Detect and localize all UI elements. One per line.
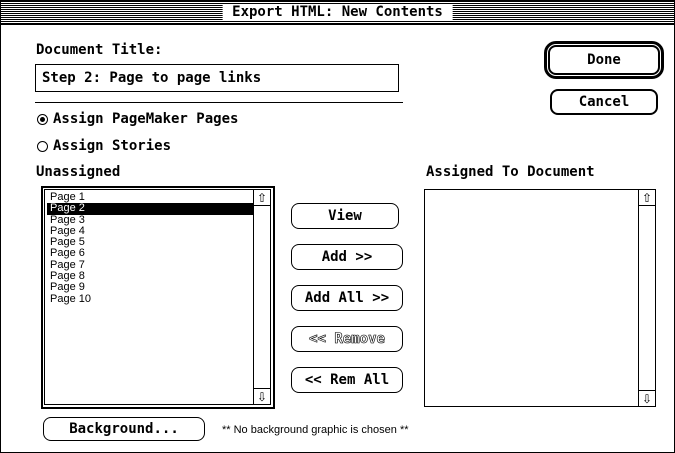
- view-button[interactable]: View: [291, 203, 399, 229]
- list-item[interactable]: Page 2: [47, 202, 255, 215]
- add-button[interactable]: Add >>: [291, 244, 403, 270]
- add-button-label: Add >>: [321, 249, 373, 265]
- remove-button-label: << Remove: [309, 331, 385, 348]
- up-arrow-icon[interactable]: ⇧: [254, 190, 270, 206]
- view-button-label: View: [328, 208, 362, 224]
- radio-assign-stories[interactable]: Assign Stories: [37, 138, 171, 154]
- radio-assign-pagemaker-pages-label: Assign PageMaker Pages: [53, 111, 239, 127]
- document-title-field[interactable]: [36, 65, 398, 91]
- background-status-text: ** No background graphic is chosen **: [222, 424, 409, 436]
- unassigned-items: Page 1 Page 2 Page 3 Page 4 Page 5 Page 6 Page…: [47, 191, 255, 305]
- divider: [35, 102, 403, 103]
- document-title-field-box: [35, 64, 399, 92]
- rem-all-button-label: << Rem All: [304, 372, 390, 388]
- unassigned-label: Unassigned: [36, 164, 121, 180]
- background-button-label: Background...: [69, 421, 179, 437]
- window-title: Export HTML: New Contents: [222, 4, 453, 20]
- rem-all-button[interactable]: << Rem All: [291, 367, 403, 393]
- unassigned-scrollbar[interactable]: ⇧ ⇩: [253, 190, 270, 404]
- remove-button[interactable]: << Remove: [291, 326, 403, 352]
- assigned-scrollbar[interactable]: ⇧ ⇩: [638, 190, 655, 406]
- cancel-button[interactable]: Cancel: [550, 89, 658, 115]
- radio-selected-icon: [37, 113, 48, 125]
- down-arrow-icon[interactable]: ⇩: [639, 390, 655, 406]
- radio-assign-pagemaker-pages[interactable]: Assign PageMaker Pages: [37, 111, 238, 127]
- unassigned-list[interactable]: Page 1 Page 2 Page 3 Page 4 Page 5 Page 6 Page…: [44, 189, 271, 405]
- down-arrow-icon[interactable]: ⇩: [254, 388, 270, 404]
- assigned-label: Assigned To Document: [426, 164, 595, 180]
- radio-unselected-icon: [37, 140, 48, 152]
- export-html-dialog: Export HTML: New Contents Document Title…: [0, 0, 675, 453]
- list-item[interactable]: Page 9: [47, 282, 255, 294]
- document-title-label: Document Title:: [36, 42, 163, 58]
- title-bar[interactable]: Export HTML: New Contents: [1, 1, 674, 25]
- list-item[interactable]: Page 10: [47, 293, 255, 305]
- unassigned-list-frame: Page 1 Page 2 Page 3 Page 4 Page 5 Page 6 Page…: [41, 186, 275, 409]
- add-all-button[interactable]: Add All >>: [291, 285, 403, 311]
- radio-assign-stories-label: Assign Stories: [53, 138, 172, 154]
- up-arrow-icon[interactable]: ⇧: [639, 190, 655, 206]
- assigned-list[interactable]: ⇧ ⇩: [424, 189, 656, 407]
- done-button[interactable]: Done: [548, 45, 660, 75]
- cancel-button-label: Cancel: [578, 94, 630, 110]
- done-button-label: Done: [587, 52, 621, 68]
- background-button[interactable]: Background...: [43, 417, 205, 441]
- add-all-button-label: Add All >>: [304, 290, 390, 306]
